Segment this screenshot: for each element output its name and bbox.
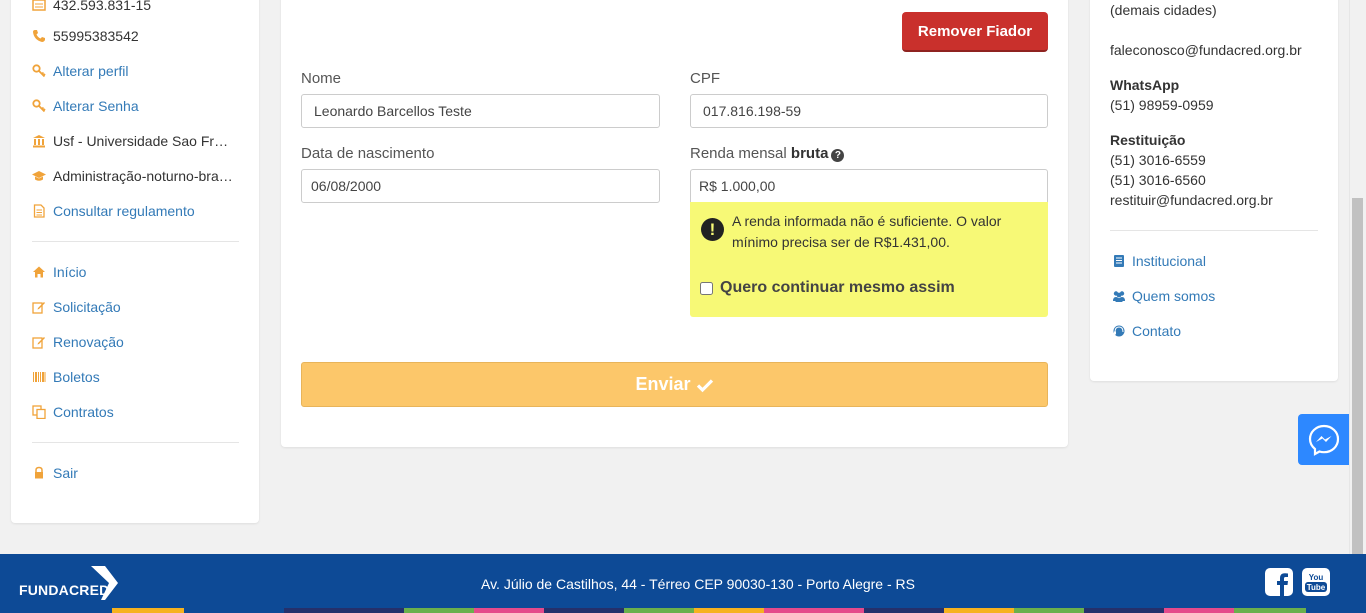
- sidebar-item-contratos[interactable]: Contratos: [32, 402, 114, 422]
- whatsapp-phone: (51) 98959-0959: [1110, 97, 1214, 113]
- copy-icon: [32, 405, 46, 419]
- check-icon: [696, 378, 713, 392]
- university-icon: [32, 134, 46, 148]
- link-quem-somos[interactable]: Quem somos: [1112, 288, 1215, 304]
- home-icon: [32, 265, 46, 279]
- sidebar-item-sair[interactable]: Sair: [32, 463, 78, 483]
- document-icon: [32, 204, 46, 218]
- continue-anyway-option[interactable]: Quero continuar mesmo assim: [700, 279, 955, 297]
- sidebar-item-regulamento[interactable]: Consultar regulamento: [32, 201, 195, 221]
- income-label-text: Renda mensal: [690, 145, 791, 162]
- submit-button[interactable]: Enviar: [301, 362, 1048, 407]
- messenger-chat-button[interactable]: [1298, 414, 1350, 465]
- income-label: Renda mensal bruta?: [690, 145, 845, 162]
- users-icon: [1112, 289, 1126, 303]
- sidebar-item-alterar-senha[interactable]: Alterar Senha: [32, 96, 139, 116]
- income-warning-text: A renda informada não é suficiente. O va…: [732, 213, 1002, 250]
- submit-label: Enviar: [635, 374, 691, 394]
- key-icon: [32, 64, 46, 78]
- sidebar: 432.593.831-15 55995383542 Alterar perfi…: [11, 0, 259, 523]
- footer: FUNDACRED Av. Júlio de Castilhos, 44 - T…: [0, 554, 1366, 613]
- footer-color-stripe: [0, 608, 1366, 613]
- sidebar-item-label: Alterar perfil: [53, 63, 129, 79]
- guarantor-form-card: Remover Fiador Nome CPF Data de nascimen…: [281, 0, 1068, 447]
- link-label: Contato: [1132, 323, 1182, 339]
- barcode-icon: [32, 370, 46, 384]
- contact-email: faleconosco@fundacred.org.br: [1110, 42, 1302, 58]
- sidebar-item-label: 55995383542: [53, 28, 139, 44]
- sidebar-item-label: Contratos: [53, 404, 114, 420]
- edit-icon: [32, 300, 46, 314]
- sidebar-item-label: Sair: [53, 465, 78, 481]
- income-label-bold: bruta: [790, 145, 829, 162]
- name-input[interactable]: [301, 94, 660, 128]
- key-icon: [32, 99, 46, 113]
- remove-guarantor-button[interactable]: Remover Fiador: [902, 12, 1048, 52]
- link-label: Quem somos: [1132, 288, 1216, 304]
- youtube-icon[interactable]: YouTube: [1301, 568, 1331, 596]
- sidebar-item-cpf: 432.593.831-15: [32, 0, 151, 15]
- sidebar-item-label: Renovação: [53, 334, 124, 350]
- link-contato[interactable]: Contato: [1112, 323, 1181, 339]
- lock-icon: [32, 466, 46, 480]
- svg-text:You: You: [1309, 573, 1324, 582]
- sidebar-item-label: Boletos: [53, 369, 100, 385]
- sidebar-item-solicitacao[interactable]: Solicitação: [32, 297, 121, 317]
- graduation-cap-icon: [32, 169, 46, 183]
- sidebar-item-boletos[interactable]: Boletos: [32, 367, 100, 387]
- refund-email: restituir@fundacred.org.br: [1110, 192, 1273, 208]
- name-label: Nome: [301, 70, 342, 87]
- sidebar-item-label: Solicitação: [53, 299, 121, 315]
- sidebar-item-university: Usf - Universidade Sao Francisco: [32, 131, 235, 151]
- refund-title: Restituição: [1110, 132, 1186, 148]
- continue-anyway-checkbox[interactable]: [700, 281, 713, 295]
- question-circle-icon[interactable]: ?: [831, 149, 845, 162]
- sidebar-item-alterar-perfil[interactable]: Alterar perfil: [32, 61, 128, 81]
- birth-date-input[interactable]: [301, 169, 660, 203]
- whatsapp-title: WhatsApp: [1110, 77, 1180, 93]
- sidebar-item-label: Alterar Senha: [53, 98, 139, 114]
- birth-date-label: Data de nascimento: [301, 145, 435, 162]
- sidebar-item-label: Consultar regulamento: [53, 203, 195, 219]
- sidebar-item-label: 432.593.831-15: [53, 0, 152, 13]
- scrollbar-thumb[interactable]: [1352, 198, 1363, 554]
- facebook-icon[interactable]: [1265, 568, 1293, 596]
- sidebar-item-label: Administração-noturno-bragança: [53, 168, 235, 184]
- sidebar-item-label: Início: [53, 264, 87, 280]
- cpf-input[interactable]: [690, 94, 1048, 128]
- sidebar-item-label: Usf - Universidade Sao Francisco: [53, 133, 235, 149]
- footer-address: Av. Júlio de Castilhos, 44 - Térreo CEP …: [481, 576, 915, 592]
- book-icon: [1112, 254, 1126, 268]
- contact-panel: (demais cidades) faleconosco@fundacred.o…: [1090, 0, 1338, 381]
- refund-phone-1: (51) 3016-6559: [1110, 152, 1206, 168]
- headset-icon: [1112, 324, 1126, 338]
- sidebar-item-inicio[interactable]: Início: [32, 262, 86, 282]
- income-warning-box: ! A renda informada não é suficiente. O …: [690, 202, 1048, 317]
- sidebar-item-renovacao[interactable]: Renovação: [32, 332, 124, 352]
- refund-phone-2: (51) 3016-6560: [1110, 172, 1206, 188]
- exclamation-circle-icon: !: [701, 218, 724, 241]
- sidebar-divider: [32, 442, 239, 443]
- id-card-icon: [32, 0, 46, 12]
- link-institucional[interactable]: Institucional: [1112, 253, 1206, 269]
- income-input[interactable]: [690, 169, 1048, 203]
- sidebar-item-phone: 55995383542: [32, 26, 139, 46]
- sidebar-divider: [32, 241, 239, 242]
- edit-icon: [32, 335, 46, 349]
- other-cities-text: (demais cidades): [1110, 2, 1217, 18]
- link-label: Institucional: [1132, 253, 1206, 269]
- messenger-icon: [1308, 424, 1340, 456]
- cpf-label: CPF: [690, 70, 720, 87]
- phone-icon: [32, 29, 46, 43]
- sidebar-item-course: Administração-noturno-bragança: [32, 166, 235, 186]
- svg-text:Tube: Tube: [1307, 583, 1326, 592]
- continue-anyway-label: Quero continuar mesmo assim: [720, 279, 955, 296]
- contact-divider: [1110, 230, 1318, 231]
